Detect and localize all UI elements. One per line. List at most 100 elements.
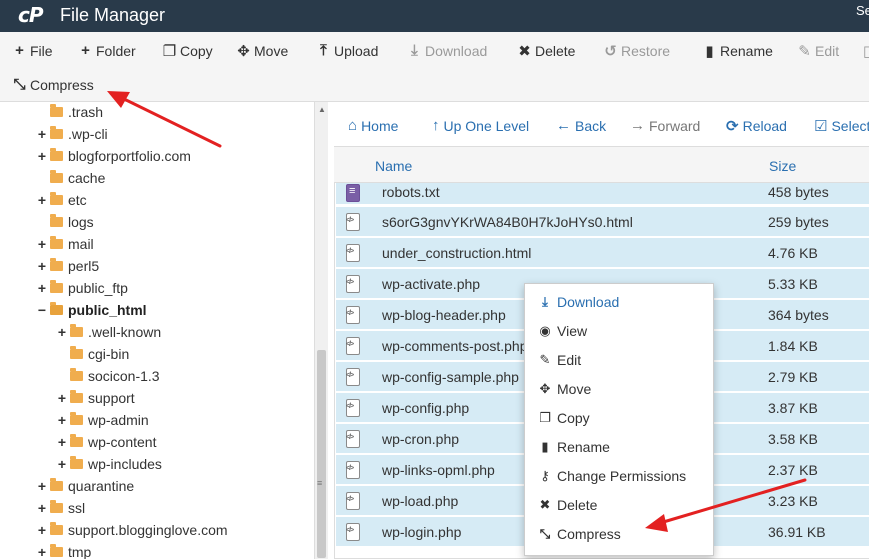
expand-icon[interactable]: + xyxy=(36,522,48,538)
tree-item[interactable]: + .well-known xyxy=(56,321,161,343)
tree-item-label: public_html xyxy=(68,302,147,318)
select-all-button[interactable]: ☑Select All xyxy=(814,117,869,135)
tree-item-label: ssl xyxy=(68,500,86,516)
expand-icon[interactable]: + xyxy=(36,280,48,296)
new-folder-button[interactable]: + Folder xyxy=(78,42,136,59)
file-name: robots.txt xyxy=(382,184,440,200)
table-row[interactable]: s6orG3gnvYKrWA84B0H7kJoHYs0.html 259 byte… xyxy=(336,207,869,237)
folder-icon xyxy=(70,324,83,337)
edit-button[interactable]: ✎ Edit xyxy=(797,42,839,60)
tree-item[interactable]: + wp-admin xyxy=(56,409,149,431)
more-toolbar-button[interactable]: ▯ xyxy=(862,42,869,60)
ctx-delete[interactable]: ✖ Delete xyxy=(538,494,598,516)
expand-icon[interactable]: + xyxy=(36,500,48,516)
file-name: s6orG3gnvYKrWA84B0H7kJoHYs0.html xyxy=(382,214,633,230)
tree-item[interactable]: socicon-1.3 xyxy=(56,365,160,387)
back-button[interactable]: ← Back xyxy=(556,117,606,134)
table-row[interactable]: under_construction.html 4.76 KB xyxy=(336,238,869,268)
tree-item-label: .well-known xyxy=(88,324,162,340)
expand-icon[interactable]: + xyxy=(36,478,48,494)
rename-button[interactable]: ▮ Rename xyxy=(702,42,773,60)
delete-button[interactable]: ✖ Delete xyxy=(517,42,575,60)
expand-icon[interactable]: + xyxy=(56,324,68,340)
tree-item[interactable]: + etc xyxy=(36,189,87,211)
tree-item-label: quarantine xyxy=(68,478,135,494)
tree-item[interactable]: + tmp xyxy=(36,541,91,559)
checkbox-icon: ☑ xyxy=(814,118,828,135)
ctx-change-permissions[interactable]: ⚷ Change Permissions xyxy=(538,465,686,487)
expand-icon[interactable]: + xyxy=(36,148,48,164)
sidebar-scrollbar[interactable]: ▲ ≡ xyxy=(314,102,328,559)
folder-icon xyxy=(50,544,63,557)
tree-item[interactable]: + quarantine xyxy=(36,475,134,497)
expand-icon[interactable]: + xyxy=(36,258,48,274)
expand-icon[interactable]: + xyxy=(36,236,48,252)
tree-item[interactable]: + public_ftp xyxy=(36,277,128,299)
tree-item[interactable]: .trash xyxy=(36,101,103,123)
scroll-up-arrow-icon[interactable]: ▲ xyxy=(318,105,326,114)
document-icon: ▮ xyxy=(705,43,714,60)
tree-item[interactable]: logs xyxy=(36,211,94,233)
expand-icon[interactable]: + xyxy=(36,192,48,208)
ctx-compress[interactable]: ⤡ Compress xyxy=(538,523,621,545)
tree-item[interactable]: + mail xyxy=(36,233,94,255)
file-list-header: Name Size xyxy=(334,147,869,183)
tree-item[interactable]: + ssl xyxy=(36,497,85,519)
restore-button[interactable]: ↺ Restore xyxy=(603,42,670,60)
collapse-icon[interactable]: − xyxy=(36,302,48,318)
table-row[interactable]: robots.txt 458 bytes xyxy=(336,183,869,205)
new-file-button[interactable]: + File xyxy=(12,42,52,59)
expand-icon[interactable]: + xyxy=(36,544,48,559)
compress-icon: ⤡ xyxy=(539,526,551,541)
code-file-icon xyxy=(346,213,360,231)
ctx-edit[interactable]: ✎ Edit xyxy=(538,349,582,371)
tree-item[interactable]: + perl5 xyxy=(36,255,99,277)
up-one-level-button[interactable]: ↑ Up One Level xyxy=(432,117,529,134)
column-size-header[interactable]: Size xyxy=(769,158,796,174)
file-name: wp-load.php xyxy=(382,493,459,509)
tree-item-label: cgi-bin xyxy=(88,346,130,362)
plus-icon: + xyxy=(15,42,24,59)
download-button[interactable]: ⤓ Download xyxy=(407,42,487,59)
move-button[interactable]: ✥ Move xyxy=(236,42,288,60)
folder-icon xyxy=(70,456,83,469)
tree-item-label: socicon-1.3 xyxy=(88,368,160,384)
tree-item[interactable]: + wp-content xyxy=(56,431,156,453)
tree-item[interactable]: cache xyxy=(36,167,105,189)
folder-tree: .trash + .wp-cli + blogforportfolio.com cache… xyxy=(0,102,328,559)
code-file-icon xyxy=(346,337,360,355)
text-file-icon xyxy=(346,184,360,202)
tree-item[interactable]: + support xyxy=(56,387,135,409)
ctx-view[interactable]: ◉ View xyxy=(538,320,587,342)
home-button[interactable]: ⌂ Home xyxy=(348,117,398,134)
ctx-download[interactable]: ⤓ Download xyxy=(538,291,619,313)
compress-button[interactable]: ⤡ Compress xyxy=(12,76,93,93)
scrollbar-thumb[interactable] xyxy=(317,350,326,558)
expand-icon[interactable]: + xyxy=(56,390,68,406)
expand-icon[interactable]: + xyxy=(36,126,48,142)
tree-item[interactable]: + blogforportfolio.com xyxy=(36,145,191,167)
file-size: 3.87 KB xyxy=(768,400,818,416)
header-search-text[interactable]: Se xyxy=(856,3,869,18)
cpanel-logo[interactable]: cP xyxy=(18,3,43,27)
ctx-rename[interactable]: ▮ Rename xyxy=(538,436,610,458)
expand-icon[interactable]: + xyxy=(56,412,68,428)
folder-icon xyxy=(50,500,63,513)
ctx-move[interactable]: ✥ Move xyxy=(538,378,592,400)
expand-icon[interactable]: + xyxy=(56,456,68,472)
copy-button[interactable]: ❐ Copy xyxy=(162,42,213,60)
tree-item-label: blogforportfolio.com xyxy=(68,148,191,164)
expand-icon[interactable]: + xyxy=(56,434,68,450)
folder-icon xyxy=(50,148,63,161)
column-name-header[interactable]: Name xyxy=(375,158,412,174)
upload-button[interactable]: ⤒ Upload xyxy=(316,42,378,59)
folder-icon xyxy=(50,478,63,491)
tree-item[interactable]: + wp-includes xyxy=(56,453,162,475)
tree-item[interactable]: − public_html xyxy=(36,299,147,321)
tree-item[interactable]: + .wp-cli xyxy=(36,123,108,145)
tree-item[interactable]: + support.blogginglove.com xyxy=(36,519,228,541)
reload-button[interactable]: ⟳ Reload xyxy=(726,117,787,135)
forward-button[interactable]: → Forward xyxy=(630,117,700,134)
ctx-copy[interactable]: ❐ Copy xyxy=(538,407,590,429)
tree-item[interactable]: cgi-bin xyxy=(56,343,129,365)
